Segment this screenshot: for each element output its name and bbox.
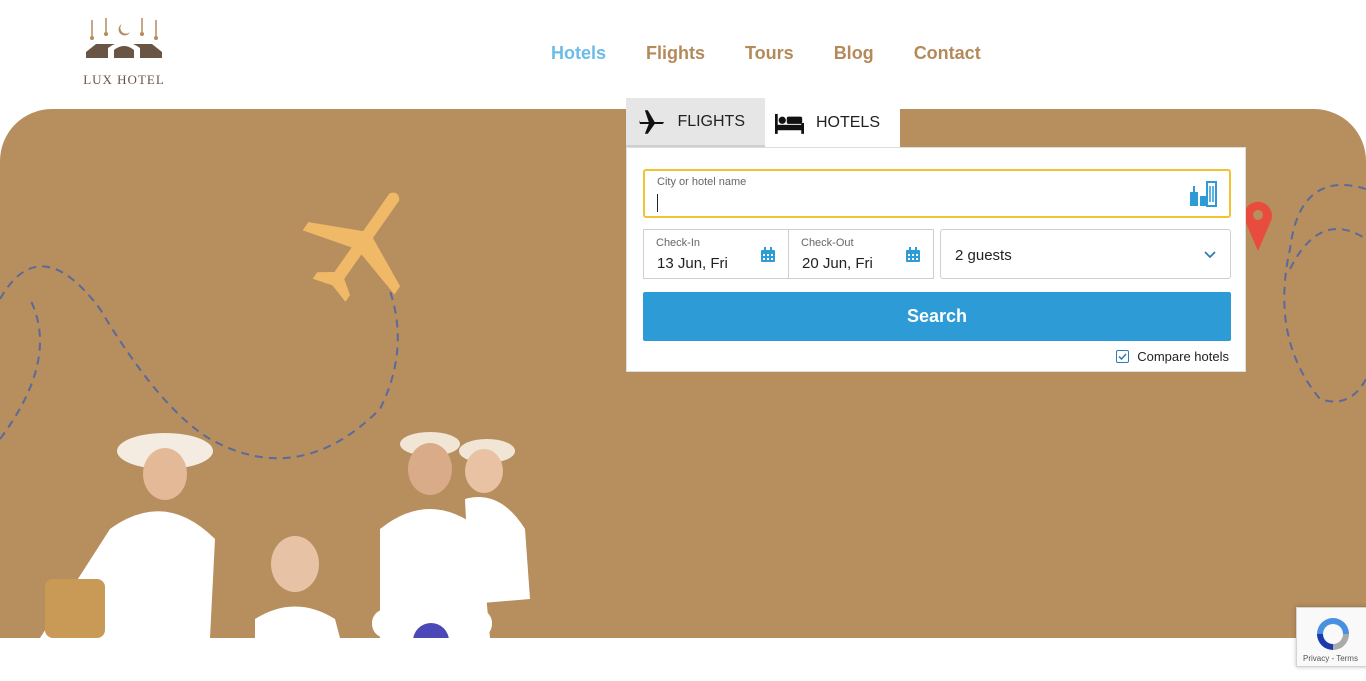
guests-select[interactable]: 2 guests <box>940 229 1231 279</box>
guests-value: 2 guests <box>955 247 1012 264</box>
tab-flights[interactable]: FLIGHTS <box>626 98 765 147</box>
nav-tours[interactable]: Tours <box>745 43 794 64</box>
compare-hotels-checkbox[interactable]: Compare hotels <box>1116 349 1229 364</box>
site-header: LUX HOTEL Hotels Flights Tours Blog Cont… <box>0 0 1366 109</box>
family-photo <box>40 432 530 638</box>
check-in-field[interactable]: Check-In 13 Jun, Fri <box>643 229 789 279</box>
recaptcha-links[interactable]: Privacy - Terms <box>1303 654 1358 663</box>
hotel-search-panel: City or hotel name Check-In 13 Jun, Fri <box>626 147 1246 372</box>
compare-hotels-label: Compare hotels <box>1137 349 1229 364</box>
nav-hotels[interactable]: Hotels <box>551 43 606 64</box>
tab-hotels[interactable]: HOTELS <box>765 98 900 147</box>
city-buildings-icon <box>1190 181 1217 207</box>
search-tabs: FLIGHTS HOTELS <box>626 98 900 148</box>
check-in-label: Check-In <box>656 237 701 249</box>
nav-contact[interactable]: Contact <box>914 43 981 64</box>
logo-mark-icon <box>86 18 162 58</box>
recaptcha-icon <box>1317 618 1349 650</box>
chevron-down-icon <box>1204 251 1216 259</box>
nav-blog[interactable]: Blog <box>834 43 874 64</box>
logo-text: LUX HOTEL <box>83 72 165 87</box>
tab-hotels-label: HOTELS <box>815 113 880 131</box>
check-out-label: Check-Out <box>801 237 854 249</box>
logo[interactable]: LUX HOTEL <box>78 18 170 88</box>
bed-icon <box>775 113 804 134</box>
calendar-icon <box>906 247 920 262</box>
search-button[interactable]: Search <box>643 292 1231 341</box>
page: LUX HOTEL Hotels Flights Tours Blog Cont… <box>0 0 1366 681</box>
checkbox[interactable] <box>1116 350 1130 363</box>
city-input-label: City or hotel name <box>657 176 747 188</box>
nav-flights[interactable]: Flights <box>646 43 705 64</box>
text-cursor <box>657 194 658 212</box>
check-in-value: 13 Jun, Fri <box>657 255 728 272</box>
check-out-value: 20 Jun, Fri <box>802 255 873 272</box>
map-pin-icon <box>1244 201 1272 251</box>
airplane-icon <box>638 109 664 134</box>
check-out-field[interactable]: Check-Out 20 Jun, Fri <box>788 229 934 279</box>
calendar-icon <box>761 247 775 262</box>
tab-flights-label: FLIGHTS <box>677 112 745 130</box>
check-icon <box>1118 353 1127 361</box>
city-input[interactable]: City or hotel name <box>643 169 1231 218</box>
airplane-decor-icon <box>302 192 401 302</box>
recaptcha-badge[interactable]: Privacy - Terms <box>1296 607 1366 667</box>
main-nav: Hotels Flights Tours Blog Contact <box>551 43 981 64</box>
